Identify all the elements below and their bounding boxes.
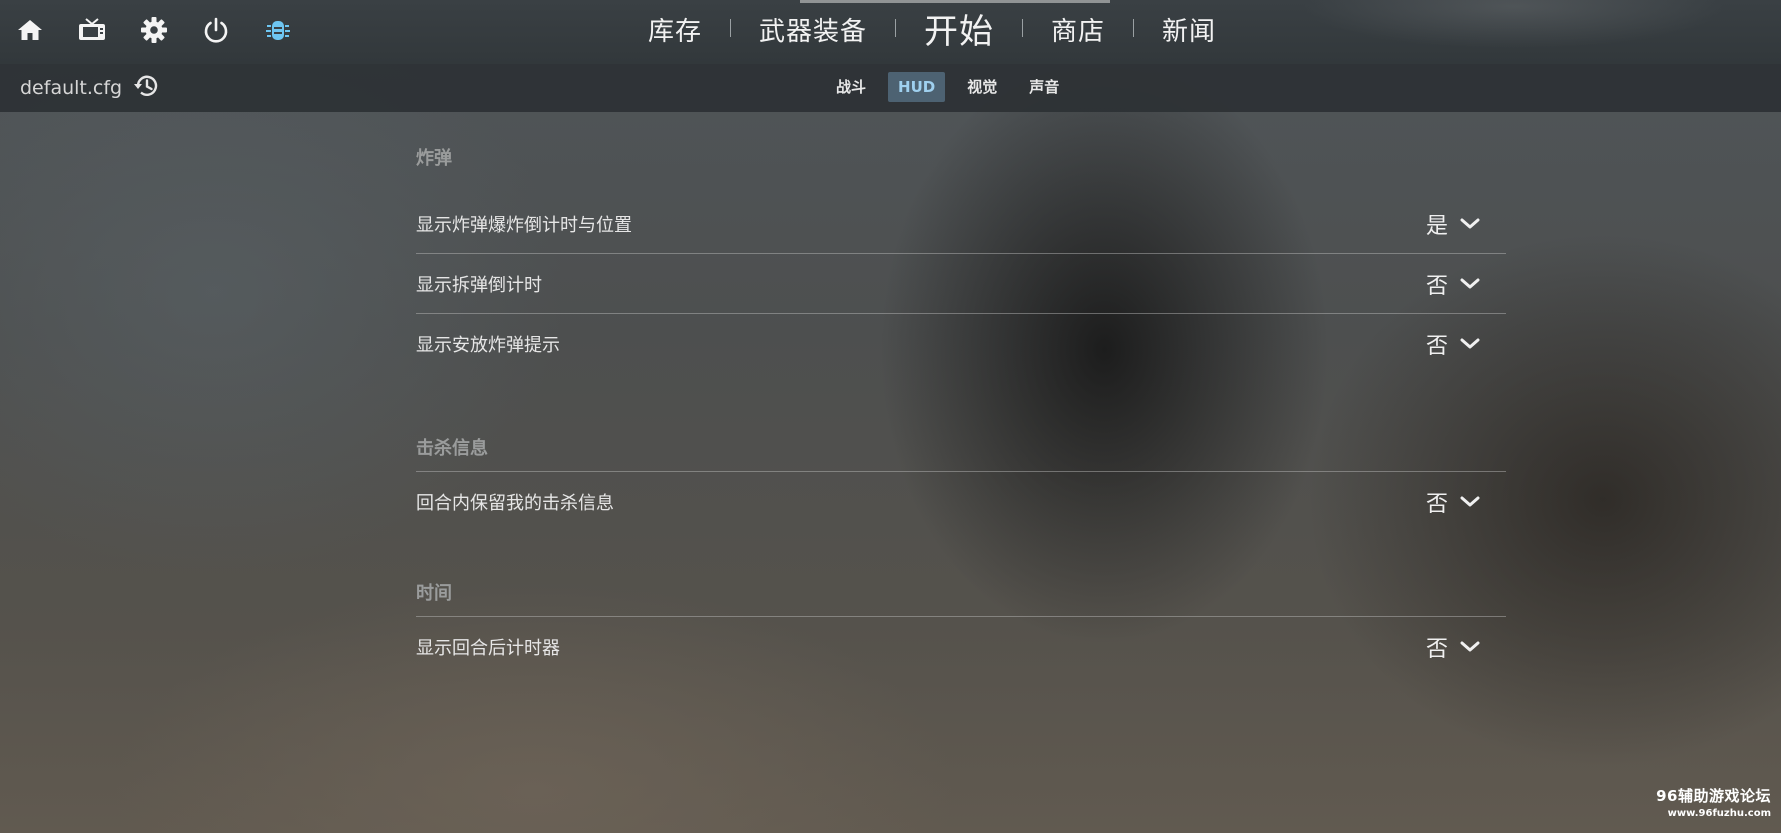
watermark: 96辅助游戏论坛 www.96fuzhu.com: [1656, 785, 1771, 819]
section-title-time: 时间: [416, 583, 452, 604]
main-nav: 库存 武器装备 开始 商店 新闻: [620, 0, 1244, 64]
tab-combat[interactable]: 战斗: [826, 72, 876, 102]
setting-row-post-round-timer[interactable]: 显示回合后计时器 否: [416, 617, 1506, 676]
nav-loadout[interactable]: 武器装备: [731, 0, 895, 64]
setting-dropdown[interactable]: 是: [1426, 208, 1480, 240]
chevron-down-icon: [1460, 278, 1480, 288]
chevron-down-icon: [1460, 338, 1480, 348]
nav-news[interactable]: 新闻: [1134, 0, 1244, 64]
setting-dropdown[interactable]: 否: [1426, 631, 1480, 663]
setting-row-keep-killfeed[interactable]: 回合内保留我的击杀信息 否: [416, 472, 1506, 531]
setting-value: 否: [1425, 636, 1448, 662]
setting-value: 否: [1425, 273, 1448, 299]
setting-row-bomb-timer[interactable]: 显示炸弹爆炸倒计时与位置 是: [416, 194, 1506, 253]
setting-row-defuse-timer[interactable]: 显示拆弹倒计时 否: [416, 254, 1506, 313]
power-icon[interactable]: [200, 14, 232, 46]
setting-dropdown[interactable]: 否: [1426, 268, 1480, 300]
setting-label: 显示回合后计时器: [416, 637, 560, 659]
gear-icon[interactable]: [138, 14, 170, 46]
tab-hud[interactable]: HUD: [888, 72, 946, 102]
bug-icon[interactable]: [262, 14, 294, 46]
setting-label: 显示安放炸弹提示: [416, 334, 560, 356]
setting-value: 是: [1425, 213, 1448, 239]
config-selector[interactable]: default.cfg: [20, 64, 162, 112]
setting-row-plant-hint[interactable]: 显示安放炸弹提示 否: [416, 314, 1506, 373]
nav-inventory[interactable]: 库存: [620, 0, 730, 64]
config-name: default.cfg: [20, 77, 123, 99]
topbar-icon-group: [14, 14, 294, 46]
setting-dropdown[interactable]: 否: [1426, 328, 1480, 360]
setting-value: 否: [1425, 491, 1448, 517]
settings-subbar: default.cfg 战斗 HUD 视觉 声音: [0, 64, 1781, 112]
setting-label: 显示炸弹爆炸倒计时与位置: [416, 214, 632, 236]
top-bar: 库存 武器装备 开始 商店 新闻: [0, 0, 1781, 64]
nav-play[interactable]: 开始: [896, 0, 1022, 64]
chevron-down-icon: [1460, 641, 1480, 651]
setting-label: 回合内保留我的击杀信息: [416, 492, 614, 514]
tv-icon[interactable]: [76, 14, 108, 46]
home-icon[interactable]: [14, 14, 46, 46]
setting-dropdown[interactable]: 否: [1426, 486, 1480, 518]
tab-visual[interactable]: 视觉: [957, 72, 1007, 102]
hud-settings-panel: 炸弹 显示炸弹爆炸倒计时与位置 是 显示拆弹倒计时 否 显示安放炸弹提示 否 击…: [416, 112, 1506, 676]
settings-tabs: 战斗 HUD 视觉 声音: [826, 72, 1069, 102]
watermark-url: www.96fuzhu.com: [1667, 808, 1771, 819]
chevron-down-icon: [1460, 496, 1480, 506]
setting-label: 显示拆弹倒计时: [416, 274, 542, 296]
tab-audio[interactable]: 声音: [1019, 72, 1069, 102]
watermark-title: 96辅助游戏论坛: [1656, 787, 1771, 805]
section-title-bomb: 炸弹: [416, 148, 452, 169]
history-icon[interactable]: [132, 73, 162, 104]
chevron-down-icon: [1460, 218, 1480, 228]
section-title-killfeed: 击杀信息: [416, 438, 488, 459]
setting-value: 否: [1425, 333, 1448, 359]
nav-store[interactable]: 商店: [1023, 0, 1133, 64]
